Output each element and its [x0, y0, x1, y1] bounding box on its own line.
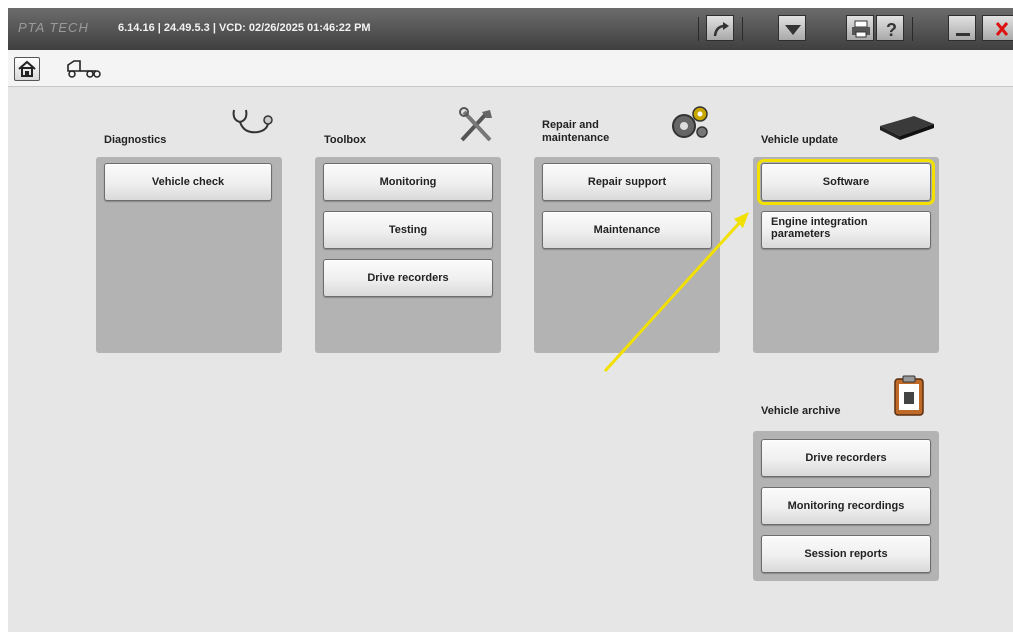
annotation-arrow: [603, 212, 749, 373]
app-window: PTA TECH 6.14.16 | 24.49.5.3 | VCD: 02/2…: [8, 8, 1013, 632]
